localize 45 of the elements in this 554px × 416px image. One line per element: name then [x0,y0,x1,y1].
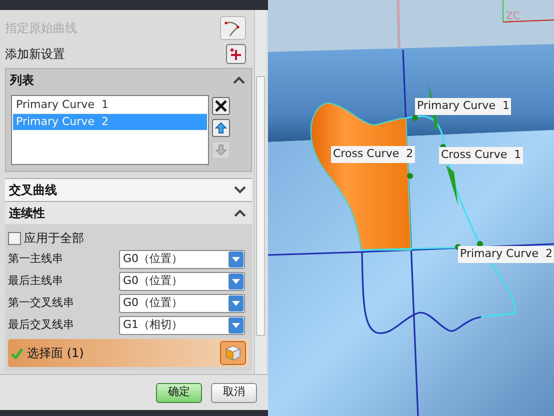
collapse-icon[interactable] [234,209,246,217]
arrow-up-icon [215,122,227,134]
select-face-label: 选择面 (1) [27,345,84,362]
field-label: 最后交叉线串 [8,317,74,334]
face-select-button[interactable] [220,341,246,365]
curve-label: Primary Curve 1 [415,98,512,114]
dropdown[interactable]: G0（位置） [119,250,245,269]
checkbox-label: 应用于全部 [24,230,84,247]
dropdown[interactable]: G0（位置） [119,272,245,291]
group-title: 连续性 [9,205,45,222]
field-label: 第一交叉线串 [8,295,74,312]
dropdown-value: G0（位置） [122,251,184,268]
add-set-button[interactable] [226,44,246,64]
close-icon [215,100,227,112]
curve-label: Primary Curve 2 [458,246,554,262]
collapse-icon[interactable] [233,76,245,84]
scrollbar[interactable] [254,10,266,374]
add-icon [229,47,243,61]
field-label: 第一主线串 [8,251,63,268]
group-title: 列表 [10,72,34,89]
group-header[interactable]: 交叉曲线 [5,179,252,201]
group-title: 交叉曲线 [9,182,57,199]
dropdown-value: G1（相切） [122,317,184,334]
section-label: 添加新设置 [5,46,65,63]
curve-select-button[interactable] [220,16,246,40]
arrow-down-icon [215,144,227,156]
group-header[interactable]: 列表 [6,69,251,91]
expand-icon[interactable] [234,186,246,194]
cube-icon [224,344,242,362]
select-face-row[interactable]: 选择面 (1) [8,339,249,367]
axis-label: ZC [506,10,520,24]
ok-button[interactable]: 确定 [156,382,202,402]
cancel-button[interactable]: 取消 [211,382,257,402]
up-button[interactable] [212,119,230,137]
checkbox[interactable] [8,232,21,244]
dropdown[interactable]: G1（相切） [119,316,245,335]
dropdown-value: G0（位置） [122,295,184,312]
dropdown-value: G0（位置） [122,273,184,290]
curve-label: Cross Curve 1 [439,147,524,164]
checkmark-icon [11,348,23,358]
dropdown[interactable]: G0（位置） [119,294,245,313]
curve-label: Cross Curve 2 [331,146,416,162]
group-header[interactable]: 连续性 [5,202,252,224]
delete-button[interactable] [212,97,230,115]
field-label: 最后主线串 [8,273,63,290]
